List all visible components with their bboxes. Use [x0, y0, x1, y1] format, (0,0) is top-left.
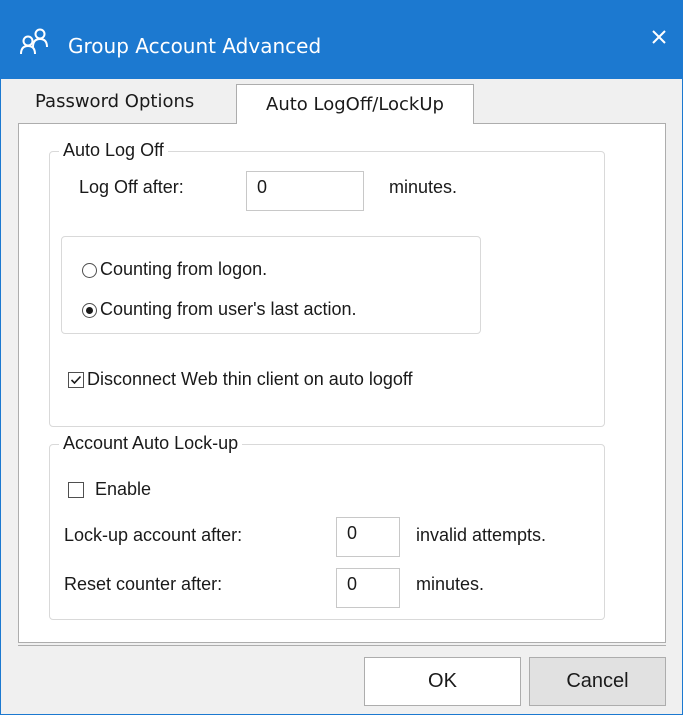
counting-from-last-action-label: Counting from user's last action.: [100, 299, 357, 319]
reset-counter-minutes-label: minutes.: [416, 574, 485, 594]
log-off-minutes-label: minutes.: [389, 177, 458, 197]
footer-divider: [18, 645, 666, 646]
log-off-after-input[interactable]: 0: [246, 171, 364, 211]
tab-panel: Auto Log Off Log Off after: 0 minutes. C…: [18, 123, 666, 643]
close-button[interactable]: [636, 19, 682, 59]
close-icon: [652, 29, 666, 49]
lockup-after-label: Lock-up account after:: [64, 525, 243, 545]
disconnect-web-thin-client-checkbox[interactable]: [68, 372, 84, 388]
window-title: Group Account Advanced: [68, 34, 322, 58]
radio-counting-from-logon[interactable]: [82, 263, 97, 278]
tab-label: Auto LogOff/LockUp: [266, 94, 444, 115]
lockup-after-input[interactable]: 0: [336, 517, 400, 557]
checkmark-icon: [70, 375, 82, 385]
account-lockup-legend: Account Auto Lock-up: [59, 433, 243, 454]
invalid-attempts-label: invalid attempts.: [416, 525, 547, 545]
title-bar[interactable]: Group Account Advanced: [1, 1, 682, 79]
cancel-button[interactable]: Cancel: [529, 657, 666, 706]
radio-counting-from-last-action[interactable]: [82, 303, 97, 318]
reset-counter-input[interactable]: 0: [336, 568, 400, 608]
reset-counter-label: Reset counter after:: [64, 574, 223, 594]
counting-from-logon-label: Counting from logon.: [100, 259, 268, 279]
disconnect-web-thin-client-label: Disconnect Web thin client on auto logof…: [87, 369, 413, 389]
tab-auto-logoff-lockup[interactable]: Auto LogOff/LockUp: [236, 84, 474, 124]
enable-lockup-label: Enable: [95, 479, 152, 499]
ok-button[interactable]: OK: [364, 657, 521, 706]
log-off-after-label: Log Off after:: [79, 177, 184, 197]
dialog-window: Group Account Advanced Password Options …: [0, 0, 683, 715]
group-users-icon: [20, 28, 50, 56]
tab-password-options[interactable]: Password Options: [35, 91, 194, 112]
auto-log-off-legend: Auto Log Off: [59, 140, 168, 161]
enable-lockup-checkbox[interactable]: [68, 482, 84, 498]
